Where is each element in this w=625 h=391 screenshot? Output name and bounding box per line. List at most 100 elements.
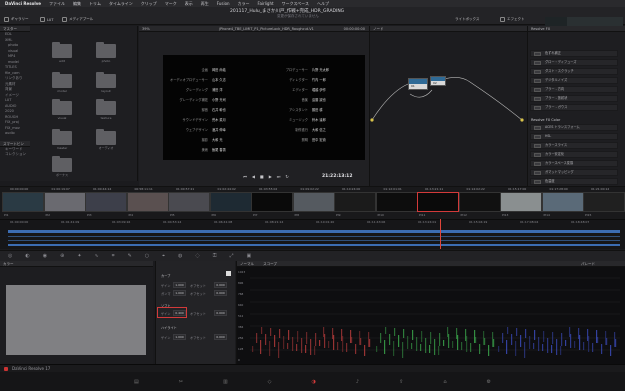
clip-thumbnail[interactable] xyxy=(168,192,210,212)
gallery-button[interactable]: ギャラリー xyxy=(4,17,29,22)
folder-icon[interactable] xyxy=(52,72,72,88)
scope-type-select[interactable]: パレード xyxy=(581,261,595,267)
settings-icon[interactable]: ⚙ xyxy=(487,379,491,385)
menu-workspace[interactable]: ワークスペース xyxy=(282,1,309,7)
folder-icon[interactable] xyxy=(52,129,72,145)
effects-button[interactable]: エフェクト xyxy=(500,17,525,22)
video-track-v1[interactable] xyxy=(8,240,620,241)
app-menu[interactable]: DaVinci Resolve xyxy=(5,1,41,6)
fx-item[interactable]: ガマットマッピング xyxy=(530,169,618,176)
prev-frame-icon[interactable]: ⏮ xyxy=(243,174,247,179)
clip-thumbnail[interactable] xyxy=(43,192,86,212)
blur-icon[interactable]: ◌ xyxy=(195,253,199,259)
menu-fusion[interactable]: Fusion xyxy=(217,1,230,6)
folder-icon[interactable] xyxy=(52,99,72,115)
folder-icon[interactable] xyxy=(96,99,116,115)
rgb-mixer-icon[interactable]: ⊕ xyxy=(60,253,64,259)
loop-icon[interactable]: ↻ xyxy=(285,174,288,179)
soft-gain-field[interactable]: 0.400 xyxy=(173,310,186,316)
next-frame-icon[interactable]: ⏭ xyxy=(277,174,281,179)
highlight-gain-field[interactable]: 1.000 xyxy=(173,334,186,340)
menu-trim[interactable]: トリム xyxy=(89,1,101,7)
clip-thumbnail[interactable] xyxy=(85,192,127,212)
3d-icon[interactable]: ▣ xyxy=(247,253,252,259)
zoom-level[interactable]: 39% xyxy=(142,27,150,31)
playhead[interactable] xyxy=(440,219,441,249)
clip-thumbnail[interactable] xyxy=(500,192,542,212)
clip-thumbnail[interactable] xyxy=(209,192,252,212)
color-wheels-icon[interactable]: ◉ xyxy=(43,253,47,259)
smart-bin-item[interactable]: コレクション xyxy=(0,152,30,158)
reset-swatch[interactable] xyxy=(226,271,231,276)
fx-item[interactable]: グロー・ディフューズ xyxy=(530,59,618,66)
media-pool-button[interactable]: メディアプール xyxy=(62,17,93,22)
clip-thumbnail[interactable] xyxy=(2,192,44,212)
motion-effects-icon[interactable]: ✦ xyxy=(77,253,81,259)
clip-thumbnail[interactable] xyxy=(417,192,459,212)
fx-item[interactable]: カラースライス xyxy=(530,142,618,149)
clip-thumbnail[interactable] xyxy=(541,192,584,212)
clip-thumbnail[interactable] xyxy=(251,192,293,212)
play-icon[interactable]: ▶ xyxy=(269,174,272,179)
menu-color[interactable]: カラー xyxy=(238,1,250,7)
menu-playback[interactable]: 再生 xyxy=(201,1,209,7)
fx-item[interactable]: カラースペース変換 xyxy=(530,160,618,167)
clip-thumbnail[interactable] xyxy=(458,192,501,212)
menu-file[interactable]: ファイル xyxy=(49,1,65,7)
offset-field-2[interactable]: 0.000 xyxy=(214,290,227,296)
fx-item[interactable]: ダスト・スクラッチ xyxy=(530,68,618,75)
menu-help[interactable]: ヘルプ xyxy=(317,1,329,7)
fx-item[interactable]: デジタルノイズ xyxy=(530,77,618,84)
fairlight-page-icon[interactable]: ♪ xyxy=(356,379,359,385)
clip-thumbnail[interactable] xyxy=(583,192,625,212)
luts-button[interactable]: LUT xyxy=(40,17,53,22)
fx-item[interactable]: 色温度 xyxy=(530,178,618,185)
clip-thumbnail[interactable] xyxy=(292,192,335,212)
highlight-offset-field[interactable]: 0.000 xyxy=(214,334,227,340)
folder-icon[interactable] xyxy=(52,42,72,58)
clip-thumbnail[interactable] xyxy=(126,192,169,212)
key-icon[interactable]: ⚿ xyxy=(213,253,217,259)
video-track-v2[interactable] xyxy=(8,236,620,237)
video-track-v3[interactable] xyxy=(8,230,620,233)
color-warper-icon[interactable]: ⌗ xyxy=(112,253,115,259)
folder-icon[interactable] xyxy=(96,42,116,58)
offset-field-1[interactable]: 0.000 xyxy=(214,282,227,288)
color-page-icon[interactable]: ◑ xyxy=(312,379,316,385)
folder-icon[interactable] xyxy=(52,156,72,172)
soft-offset-field[interactable]: 0.000 xyxy=(214,310,227,316)
lightbox-button[interactable]: ライトボックス xyxy=(455,17,479,22)
fx-item[interactable]: ブラー - 方向 xyxy=(530,86,618,93)
media-page-icon[interactable]: ▤ xyxy=(134,379,139,385)
fx-item[interactable]: カラー安定化 xyxy=(530,151,618,158)
edit-page-icon[interactable]: ▥ xyxy=(223,379,228,385)
stop-icon[interactable]: ■ xyxy=(260,174,264,179)
folder-icon[interactable] xyxy=(96,129,116,145)
fx-item[interactable]: ACES トランスフォーム xyxy=(530,124,618,131)
clip-thumbnail[interactable] xyxy=(334,192,376,212)
tracker-icon[interactable]: ⌖ xyxy=(162,253,165,259)
reverse-play-icon[interactable]: ◀ xyxy=(252,174,255,179)
magic-mask-icon[interactable]: ◍ xyxy=(178,253,182,259)
node-01[interactable]: 01 xyxy=(408,78,428,90)
bin-item[interactable]: audio xyxy=(0,131,30,137)
clip-thumbnail[interactable] xyxy=(375,192,418,212)
mode-scopes-tab[interactable]: スコープ xyxy=(263,262,277,266)
cut-page-icon[interactable]: ✂ xyxy=(179,379,183,385)
gamma-field[interactable]: 1.000 xyxy=(173,290,186,296)
color-match-icon[interactable]: ◐ xyxy=(25,253,29,259)
deliver-page-icon[interactable]: ⇪ xyxy=(399,379,403,385)
curves-icon[interactable]: ∿ xyxy=(95,253,99,259)
menu-clip[interactable]: クリップ xyxy=(141,1,157,7)
qualifier-icon[interactable]: ✎ xyxy=(128,253,132,259)
menu-view[interactable]: 表示 xyxy=(185,1,193,7)
camera-raw-icon[interactable]: ◎ xyxy=(8,253,12,259)
sizing-icon[interactable]: ⤢ xyxy=(230,253,234,259)
gain-field[interactable]: 1.000 xyxy=(173,282,186,288)
mode-normal-tab[interactable]: ノーマル xyxy=(240,262,254,266)
fx-item[interactable]: HSL xyxy=(530,133,618,140)
fx-item[interactable]: ブラー - 放射状 xyxy=(530,95,618,102)
node-02[interactable]: 02 xyxy=(430,76,446,86)
menu-mark[interactable]: マーク xyxy=(165,1,177,7)
home-icon[interactable]: ⌂ xyxy=(443,379,446,385)
